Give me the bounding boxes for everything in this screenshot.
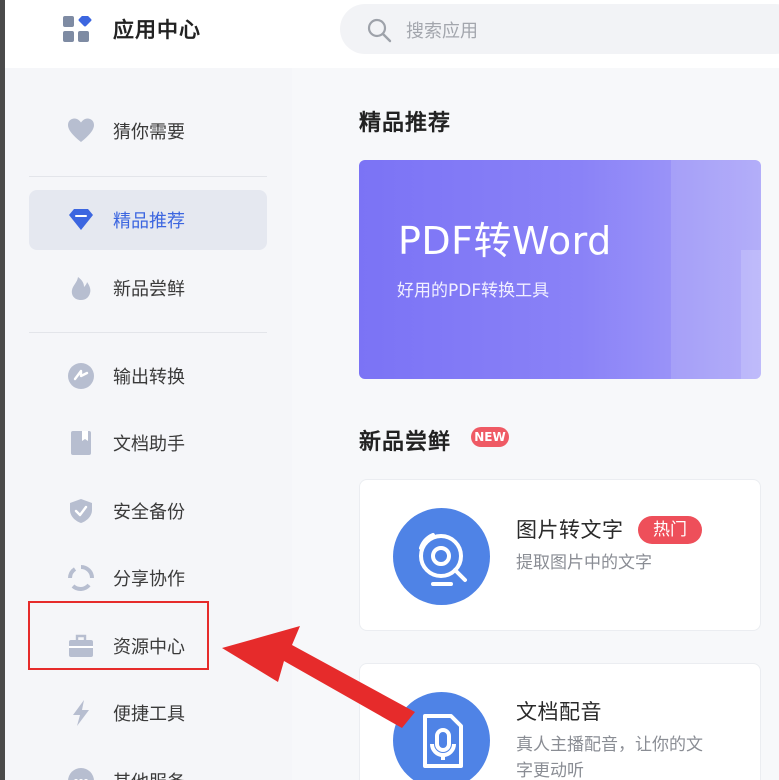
chat-bubble-icon [68, 768, 94, 780]
highlight-box [28, 601, 209, 670]
pdf-to-word-banner[interactable]: PDF转Word 好用的PDF转换工具 [359, 160, 761, 379]
image-scan-icon [393, 508, 490, 605]
convert-icon [68, 363, 94, 389]
sidebar-item-new-products[interactable]: 新品尝鲜 [29, 258, 267, 318]
document-icon [71, 431, 91, 455]
sidebar-item-output-convert[interactable]: 输出转换 [29, 346, 267, 406]
sidebar-item-security-backup[interactable]: 安全备份 [29, 481, 267, 541]
sidebar-divider [29, 332, 267, 333]
sidebar-item-label: 精品推荐 [113, 211, 185, 232]
sidebar: 猜你需要 精品推荐 新品尝鲜 输出转换 文档助手 安全备份 分享协作 资源中心 … [5, 68, 292, 780]
heart-icon [68, 118, 94, 142]
sidebar-item-doc-assistant[interactable]: 文档助手 [29, 413, 267, 473]
app-title: 应用中心 [113, 18, 201, 42]
sidebar-item-featured[interactable]: 精品推荐 [29, 190, 267, 250]
card-description: 提取图片中的文字 [516, 553, 652, 573]
sidebar-item-guess-you-need[interactable]: 猜你需要 [29, 101, 267, 161]
lightning-icon [73, 700, 89, 726]
sidebar-item-label: 输出转换 [113, 367, 185, 388]
share-cycle-icon [68, 565, 94, 591]
header: 应用中心 搜索应用 [5, 0, 779, 68]
sidebar-item-other-services[interactable]: 其他服务 [29, 751, 267, 780]
new-section-title: 新品尝鲜 [359, 430, 452, 455]
sidebar-divider [29, 176, 267, 177]
new-badge: NEW [471, 427, 509, 447]
main-content: 精品推荐 PDF转Word 好用的PDF转换工具 新品尝鲜 NEW 图片转文字 … [292, 68, 779, 780]
search-icon [367, 18, 392, 43]
card-description-line: 字更动听 [516, 761, 584, 780]
card-title: 文档配音 [516, 700, 602, 724]
diamond-icon [69, 209, 93, 230]
banner-subtitle: 好用的PDF转换工具 [397, 281, 550, 301]
sidebar-item-label: 猜你需要 [113, 122, 185, 143]
sidebar-item-label: 文档助手 [113, 434, 185, 455]
sidebar-item-label: 新品尝鲜 [113, 279, 185, 300]
sidebar-item-label: 分享协作 [113, 569, 185, 590]
app-card-doc-voiceover[interactable]: 文档配音 真人主播配音，让你的文 字更动听 [359, 663, 761, 780]
hot-badge: 热门 [638, 516, 702, 544]
card-title: 图片转文字 [516, 518, 624, 542]
banner-decoration [741, 250, 761, 379]
sidebar-item-label: 便捷工具 [113, 704, 185, 725]
search-input[interactable]: 搜索应用 [340, 4, 779, 54]
sidebar-item-label: 其他服务 [113, 768, 185, 780]
app-card-image-to-text[interactable]: 图片转文字 热门 提取图片中的文字 [359, 479, 761, 631]
sidebar-item-share-collaborate[interactable]: 分享协作 [29, 548, 267, 608]
microphone-document-icon [393, 692, 490, 780]
featured-section-title: 精品推荐 [359, 111, 452, 136]
flame-icon [71, 277, 91, 300]
card-description-line: 真人主播配音，让你的文 [516, 735, 703, 755]
app-center-logo-icon [63, 16, 92, 42]
card-description: 真人主播配音，让你的文 字更动听 [516, 732, 703, 780]
sidebar-item-label: 安全备份 [113, 502, 185, 523]
shield-icon [70, 499, 92, 523]
banner-title: PDF转Word [398, 219, 612, 263]
sidebar-item-quick-tools[interactable]: 便捷工具 [29, 683, 267, 743]
search-placeholder: 搜索应用 [406, 21, 478, 42]
